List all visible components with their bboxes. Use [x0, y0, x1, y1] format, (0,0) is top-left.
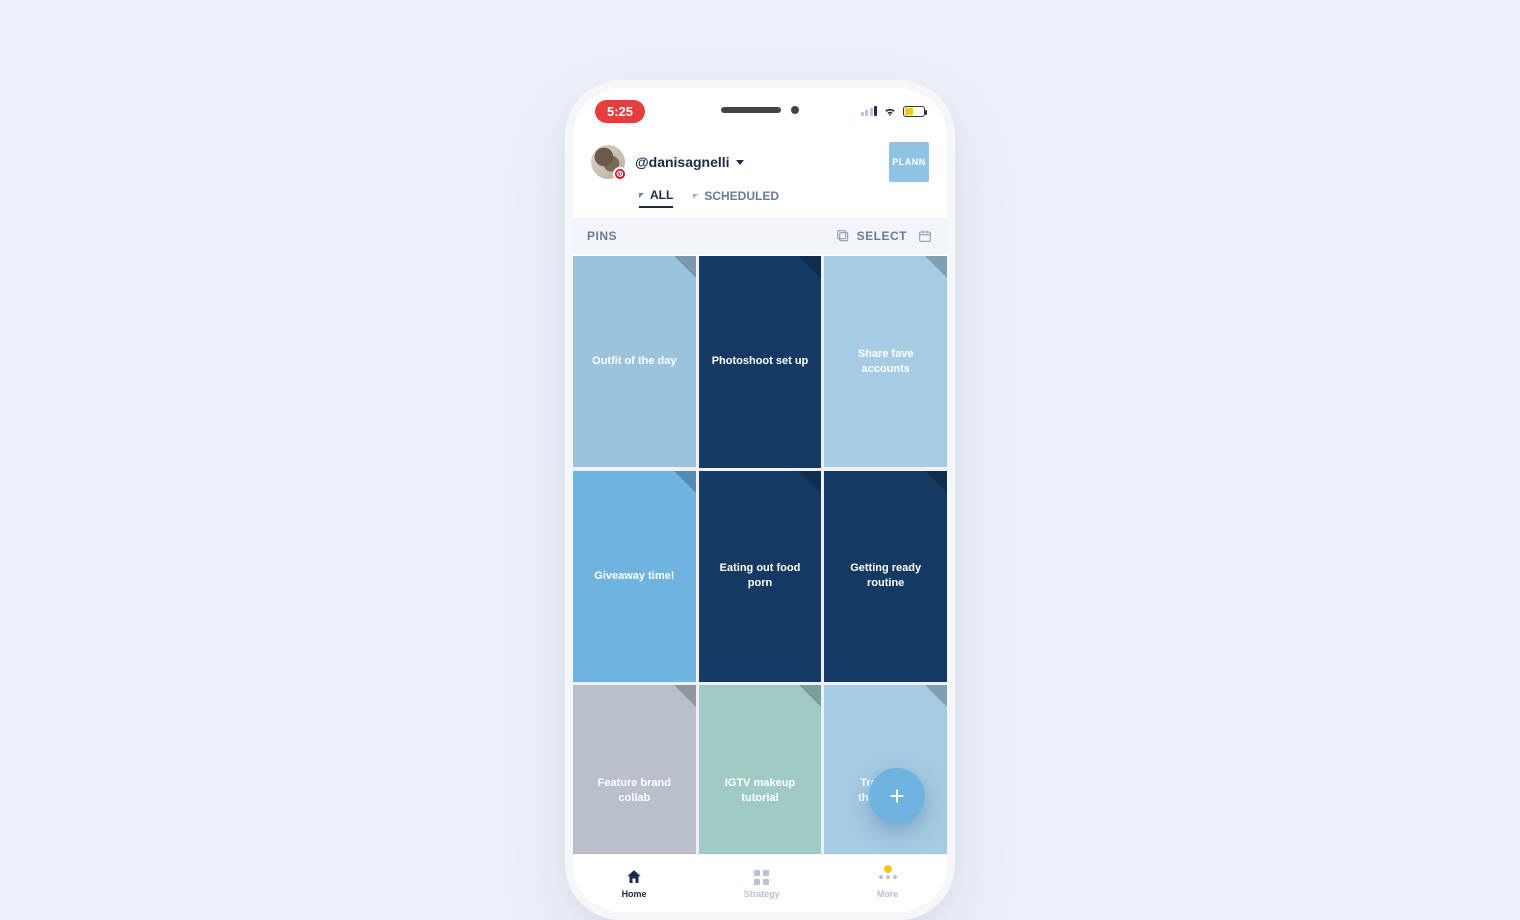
nav-strategy[interactable]: Strategy — [744, 867, 780, 899]
calendar-icon — [917, 228, 933, 244]
front-camera — [791, 106, 799, 114]
pin-label: Photoshoot set up — [712, 354, 809, 369]
corner-fold-icon — [674, 256, 696, 278]
tab-marker-icon — [639, 193, 644, 198]
phone-side-button — [565, 364, 567, 420]
calendar-button[interactable] — [917, 228, 933, 244]
pin-card[interactable]: Giveaway time! — [573, 471, 696, 682]
brand-logo[interactable]: PLANN — [889, 142, 929, 182]
tab-marker-icon — [693, 194, 698, 199]
bottom-nav: Home Strategy More — [573, 854, 947, 912]
corner-fold-icon — [925, 471, 947, 493]
tab-label: ALL — [650, 188, 673, 202]
grid-subheader: PINS SELECT — [573, 218, 947, 254]
account-switcher[interactable]: @danisagnelli — [591, 145, 744, 179]
corner-fold-icon — [925, 256, 947, 278]
pin-card[interactable]: Share fave accounts — [824, 256, 947, 467]
corner-fold-icon — [674, 471, 696, 493]
chevron-down-icon — [736, 160, 744, 165]
pin-card[interactable]: Photoshoot set up — [699, 256, 822, 468]
status-bar: 5:25 — [573, 88, 947, 134]
status-time-recording-pill: 5:25 — [595, 100, 645, 123]
section-title: PINS — [587, 229, 617, 243]
nav-label: More — [877, 889, 899, 899]
wifi-icon — [883, 104, 897, 118]
pin-label: Outfit of the day — [592, 354, 676, 369]
corner-fold-icon — [799, 256, 821, 278]
pin-card[interactable]: Eating out food porn — [699, 471, 822, 683]
tab-all[interactable]: ALL — [639, 188, 673, 208]
phone-frame: 5:25 @danisagnelli — [565, 80, 955, 920]
app-header: @danisagnelli PLANN — [573, 134, 947, 188]
home-icon — [624, 867, 644, 887]
phone-notch — [721, 106, 799, 114]
tab-scheduled[interactable]: SCHEDULED — [693, 188, 779, 208]
pinterest-badge-icon — [613, 167, 627, 181]
nav-label: Strategy — [744, 889, 780, 899]
avatar — [591, 145, 625, 179]
phone-side-button — [953, 298, 955, 388]
multi-select-icon — [835, 228, 851, 244]
phone-side-button — [565, 248, 567, 284]
phone-side-button — [565, 298, 567, 354]
strategy-icon — [752, 867, 772, 887]
pin-label: Share fave accounts — [834, 347, 937, 377]
pin-label: Getting ready routine — [834, 561, 937, 591]
account-handle: @danisagnelli — [635, 154, 730, 170]
pin-label: Giveaway time! — [594, 569, 674, 584]
corner-fold-icon — [925, 685, 947, 707]
pin-grid: Outfit of the day Photoshoot set up Share … — [573, 256, 947, 854]
pin-card[interactable]: Getting ready routine — [824, 471, 947, 682]
nav-label: Home — [622, 889, 647, 899]
pin-card[interactable]: Feature brand collab — [573, 685, 696, 854]
speaker-slot — [721, 107, 781, 113]
pin-label: Feature brand collab — [583, 776, 686, 806]
nav-more[interactable]: More — [877, 867, 899, 899]
battery-icon — [903, 106, 925, 117]
add-pin-fab[interactable]: + — [869, 768, 925, 824]
select-label: SELECT — [857, 229, 907, 243]
nav-home[interactable]: Home — [622, 867, 647, 899]
pin-label: Eating out food porn — [709, 561, 812, 591]
content-tabs: ALL SCHEDULED — [573, 188, 947, 218]
corner-fold-icon — [799, 471, 821, 493]
corner-fold-icon — [799, 685, 821, 707]
select-button[interactable]: SELECT — [835, 228, 907, 244]
cellular-signal-icon — [861, 106, 878, 116]
status-icons — [861, 104, 926, 118]
pin-card[interactable]: Outfit of the day — [573, 256, 696, 467]
pin-label: IGTV makeup tutorial — [709, 776, 812, 806]
content-scroll-area[interactable]: Outfit of the day Photoshoot set up Share … — [573, 256, 947, 854]
pin-card[interactable]: IGTV makeup tutorial — [699, 685, 822, 854]
tab-label: SCHEDULED — [704, 189, 779, 203]
corner-fold-icon — [674, 685, 696, 707]
